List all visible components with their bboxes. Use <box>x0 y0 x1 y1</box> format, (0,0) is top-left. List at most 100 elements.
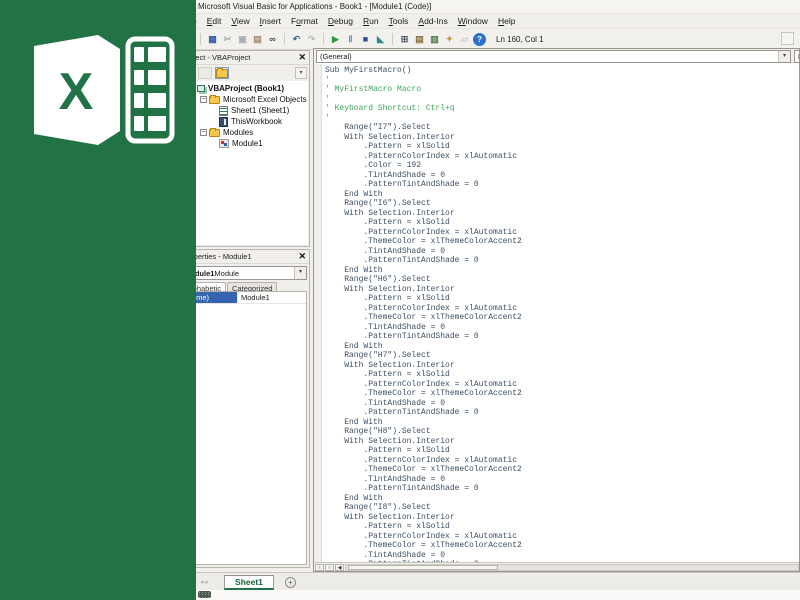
project-panel-title: Project - VBAProject <box>182 53 295 62</box>
help-button[interactable]: ? <box>473 33 486 46</box>
tree-item-modules[interactable]: − Modules <box>180 127 308 138</box>
comment-line: ' <box>325 114 799 124</box>
toolbar-buttons: X▾▦✂▣▤∞↶↷▶Ⅱ■◣⊞▤▥✦▱? <box>178 33 486 46</box>
tree-item-vbaproject-book1[interactable]: VBAProject (Book1) <box>180 83 308 94</box>
code-line: .ThemeColor = xlThemeColorAccent2 <box>325 389 799 399</box>
collapse-icon[interactable]: − <box>200 96 207 103</box>
screen: Microsoft Visual Basic for Applications … <box>0 0 800 600</box>
window-title: Microsoft Visual Basic for Applications … <box>198 2 431 11</box>
code-line: Sub MyFirstMacro() <box>325 66 799 76</box>
break-button[interactable]: Ⅱ <box>344 33 357 46</box>
menu-bar: FileEditViewInsertFormatDebugRunToolsAdd… <box>174 14 800 28</box>
properties-window-button[interactable]: ▤ <box>413 33 426 46</box>
title-bar: Microsoft Visual Basic for Applications … <box>174 0 800 14</box>
code-dropdown-row: (General) ▾ MyFirstMacro <box>314 49 799 63</box>
tree-item-microsoft-excel-objects[interactable]: −Microsoft Excel Objects <box>180 94 308 105</box>
toolbox-button[interactable]: ✦ <box>443 33 456 46</box>
collapse-icon[interactable]: − <box>200 129 207 136</box>
full-module-view-button[interactable]: ≡ <box>325 564 334 571</box>
chevron-down-icon[interactable]: ▾ <box>294 267 306 279</box>
toolbar-separator <box>323 33 324 45</box>
code-line: .PatternColorIndex = xlAutomatic <box>325 304 799 314</box>
menu-window[interactable]: Window <box>453 15 493 27</box>
sheet-nav-arrows[interactable]: ◂▸ <box>200 578 211 586</box>
project-scroll-button[interactable]: ▾ <box>295 67 307 79</box>
object-selector-dropdown[interactable]: Module1 Module ▾ <box>181 266 307 280</box>
find-button[interactable]: ∞ <box>266 33 279 46</box>
menu-add-ins[interactable]: Add-Ins <box>413 15 452 27</box>
menu-format[interactable]: Format <box>286 15 323 27</box>
code-line: .PatternTintAndShade = 0 <box>325 256 799 266</box>
comment-line: ' MyFirstMacro Macro <box>325 85 799 95</box>
procedure-view-button[interactable]: ≡ <box>315 564 324 571</box>
code-line: .PatternTintAndShade = 0 <box>325 332 799 342</box>
disabled-button[interactable]: ▱ <box>458 33 471 46</box>
tree-item-module1[interactable]: Module1 <box>180 138 308 149</box>
code-line: .TintAndShade = 0 <box>325 399 799 409</box>
property-value-cell[interactable]: Module1 <box>238 293 306 302</box>
reset-button[interactable]: ■ <box>359 33 372 46</box>
excel-logo: X <box>26 30 178 150</box>
code-line: .Pattern = xlSolid <box>325 446 799 456</box>
menu-view[interactable]: View <box>226 15 254 27</box>
cut-button[interactable]: ✂ <box>221 33 234 46</box>
paste-button[interactable]: ▤ <box>251 33 264 46</box>
vba-project-icon <box>197 85 205 92</box>
object-dropdown-value: (General) <box>320 52 352 61</box>
save-button[interactable]: ▦ <box>206 33 219 46</box>
undo-button[interactable]: ↶ <box>290 33 303 46</box>
scroll-left-icon[interactable]: ◀ <box>335 564 344 571</box>
object-browser-button[interactable]: ▥ <box>428 33 441 46</box>
code-editor[interactable]: Sub MyFirstMacro()'' MyFirstMacro Macro'… <box>322 64 799 562</box>
code-line: .PatternTintAndShade = 0 <box>325 484 799 494</box>
menu-tools[interactable]: Tools <box>384 15 414 27</box>
excel-brand-overlay: X <box>0 0 196 600</box>
sheet-tab-sheet1[interactable]: Sheet1 <box>224 575 274 590</box>
code-line: .Pattern = xlSolid <box>325 142 799 152</box>
code-line: .TintAndShade = 0 <box>325 247 799 257</box>
close-icon[interactable]: ✕ <box>295 52 306 63</box>
view-object-button[interactable] <box>198 67 212 79</box>
horizontal-scrollbar[interactable]: ≡ ≡ ◀ <box>314 562 799 571</box>
code-pane: Sub MyFirstMacro()'' MyFirstMacro Macro'… <box>314 64 799 562</box>
code-line: With Selection.Interior <box>325 133 799 143</box>
redo-button[interactable]: ↷ <box>305 33 318 46</box>
code-line: .Color = 192 <box>325 161 799 171</box>
tree-item-sheet1-sheet1[interactable]: Sheet1 (Sheet1) <box>180 105 308 116</box>
run-button[interactable]: ▶ <box>329 33 342 46</box>
logo-grid-cells <box>134 47 166 131</box>
menu-edit[interactable]: Edit <box>202 15 227 27</box>
code-line: .TintAndShade = 0 <box>325 323 799 333</box>
menu-run[interactable]: Run <box>358 15 384 27</box>
chevron-down-icon[interactable]: ▾ <box>778 51 790 62</box>
close-icon[interactable]: ✕ <box>295 251 306 262</box>
procedure-dropdown[interactable]: MyFirstMacro <box>794 50 800 63</box>
code-line: With Selection.Interior <box>325 361 799 371</box>
code-line: .ThemeColor = xlThemeColorAccent2 <box>325 237 799 247</box>
scrollbar-thumb[interactable] <box>348 565 498 570</box>
folder-icon <box>209 129 220 137</box>
property-row[interactable]: (Name)Module1 <box>182 292 306 304</box>
toolbar-separator <box>392 33 393 45</box>
object-dropdown[interactable]: (General) ▾ <box>316 50 791 63</box>
project-explorer-button[interactable]: ⊞ <box>398 33 411 46</box>
toolbar-overflow-button[interactable] <box>781 32 794 45</box>
margin-indicator-bar <box>314 64 322 562</box>
copy-button[interactable]: ▣ <box>236 33 249 46</box>
tree-item-label: Modules <box>223 128 253 137</box>
workbook-icon <box>219 117 228 127</box>
code-line: .TintAndShade = 0 <box>325 475 799 485</box>
add-sheet-button[interactable]: + <box>285 577 296 588</box>
toggle-folders-button[interactable] <box>215 67 229 79</box>
cursor-position: Ln 160, Col 1 <box>496 35 544 44</box>
menu-debug[interactable]: Debug <box>323 15 358 27</box>
code-line: With Selection.Interior <box>325 285 799 295</box>
tree-item-thisworkbook[interactable]: ThisWorkbook <box>180 116 308 127</box>
code-line: Range("I8").Select <box>325 503 799 513</box>
design-mode-button[interactable]: ◣ <box>374 33 387 46</box>
menu-help[interactable]: Help <box>493 15 520 27</box>
scrollbar-track[interactable] <box>345 564 799 571</box>
properties-panel-title: Properties - Module1 <box>182 252 295 261</box>
code-line: With Selection.Interior <box>325 437 799 447</box>
menu-insert[interactable]: Insert <box>255 15 286 27</box>
